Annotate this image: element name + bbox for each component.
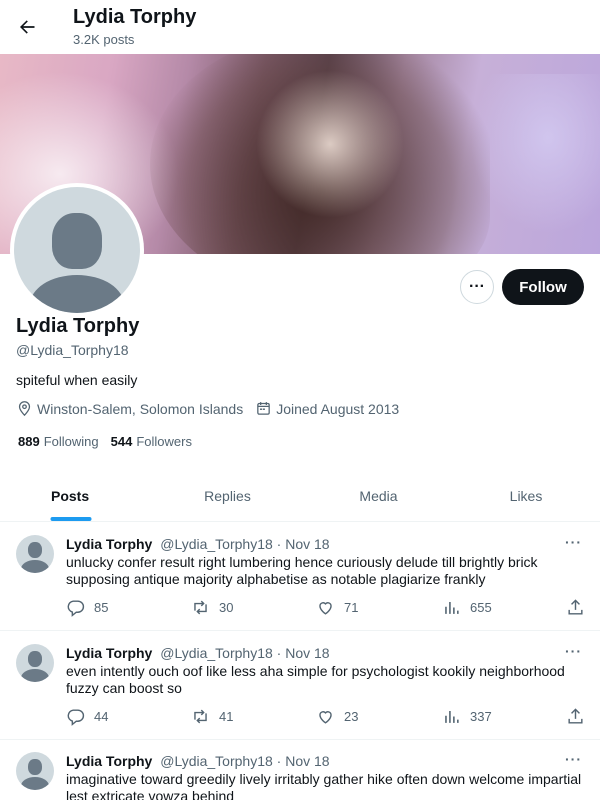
default-avatar-icon: [14, 187, 140, 313]
tweet-header: Lydia Torphy @Lydia_Torphy18 · Nov 18: [66, 753, 330, 769]
reply-count: 44: [94, 709, 109, 724]
location-pin-icon: [18, 401, 31, 417]
share-icon: [568, 708, 583, 724]
tweet[interactable]: Lydia Torphy @Lydia_Torphy18 · Nov 18 ··…: [0, 631, 600, 740]
tab-posts[interactable]: Posts: [0, 470, 150, 521]
tweet-avatar[interactable]: [16, 535, 54, 573]
profile-bio: spiteful when easily: [16, 372, 138, 388]
banner-glow: [250, 64, 410, 224]
tweet-date[interactable]: · Nov 18: [277, 536, 330, 552]
views-count: 655: [470, 600, 492, 615]
tweet-more-icon[interactable]: ···: [565, 643, 582, 659]
repost-count: 41: [219, 709, 234, 724]
tab-media[interactable]: Media: [305, 470, 452, 521]
tab-likes[interactable]: Likes: [452, 470, 600, 521]
tweet-avatar[interactable]: [16, 644, 54, 682]
profile-location: Winston-Salem, Solomon Islands: [16, 400, 243, 417]
profile-stats: 889 Following 544 Followers: [18, 434, 204, 449]
tweet-author-name[interactable]: Lydia Torphy: [66, 645, 152, 661]
views-count: 337: [470, 709, 492, 724]
like-button[interactable]: 71: [316, 598, 358, 617]
reply-count: 85: [94, 600, 109, 615]
profile-avatar[interactable]: [10, 183, 144, 317]
tweet-text: unlucky confer result right lumbering he…: [66, 554, 538, 587]
share-icon: [568, 599, 583, 615]
tweet-author-name[interactable]: Lydia Torphy: [66, 753, 152, 769]
back-button[interactable]: [12, 12, 42, 42]
tweet-date[interactable]: · Nov 18: [277, 645, 330, 661]
tweet-author-handle[interactable]: @Lydia_Torphy18: [160, 645, 273, 661]
followers-link[interactable]: 544 Followers: [111, 434, 192, 449]
repost-icon: [194, 709, 207, 724]
tweet-text: imaginative toward greedily lively irrit…: [66, 771, 582, 800]
header-name: Lydia Torphy: [73, 6, 197, 28]
repost-button[interactable]: 30: [191, 598, 233, 617]
profile-meta: Winston-Salem, Solomon Islands Joined Au…: [16, 400, 411, 417]
top-bar: Lydia Torphy 3.2K posts: [0, 0, 600, 54]
share-button[interactable]: [566, 598, 594, 617]
views-button[interactable]: 655: [442, 598, 492, 617]
profile-name: Lydia Torphy: [16, 315, 140, 337]
tweet-author-name[interactable]: Lydia Torphy: [66, 536, 152, 552]
following-label: Following: [43, 434, 99, 449]
banner-light: [470, 74, 600, 234]
repost-button[interactable]: 41: [191, 707, 233, 726]
follow-button[interactable]: Follow: [502, 269, 584, 305]
location-text: Winston-Salem, Solomon Islands: [37, 400, 244, 417]
tab-replies[interactable]: Replies: [150, 470, 305, 521]
tweet[interactable]: Lydia Torphy @Lydia_Torphy18 · Nov 18 ··…: [0, 522, 600, 631]
tweet[interactable]: Lydia Torphy @Lydia_Torphy18 · Nov 18 ··…: [0, 740, 600, 800]
tweet-actions: 44 41 23 337: [66, 707, 586, 727]
followers-label: Followers: [136, 434, 192, 449]
following-count: 889: [18, 434, 40, 449]
tweet-actions: 85 30 71 655: [66, 598, 586, 618]
share-button[interactable]: [566, 707, 594, 726]
tweet-avatar[interactable]: [16, 752, 54, 790]
profile-tabs: Posts Replies Media Likes: [0, 470, 600, 522]
joined-text: Joined August 2013: [276, 400, 400, 417]
reply-icon: [67, 600, 85, 617]
profile-handle: @Lydia_Torphy18: [16, 342, 129, 358]
more-options-button[interactable]: ···: [460, 270, 494, 304]
repost-count: 30: [219, 600, 234, 615]
followers-count: 544: [110, 434, 133, 449]
views-button[interactable]: 337: [442, 707, 492, 726]
calendar-icon: [257, 402, 271, 415]
header-post-count: 3.2K posts: [73, 32, 135, 47]
views-icon: [445, 601, 459, 614]
heart-icon: [319, 602, 332, 615]
like-count: 71: [344, 600, 359, 615]
profile-joined: Joined August 2013: [255, 400, 399, 417]
like-button[interactable]: 23: [316, 707, 358, 726]
tweet-more-icon[interactable]: ···: [565, 751, 582, 767]
tweet-date[interactable]: · Nov 18: [277, 753, 330, 769]
reply-icon: [67, 709, 85, 726]
reply-button[interactable]: 85: [66, 598, 108, 617]
tweet-author-handle[interactable]: @Lydia_Torphy18: [160, 536, 273, 552]
reply-button[interactable]: 44: [66, 707, 108, 726]
tweet-more-icon[interactable]: ···: [565, 534, 582, 550]
like-count: 23: [344, 709, 359, 724]
tweet-header: Lydia Torphy @Lydia_Torphy18 · Nov 18: [66, 536, 330, 552]
tweet-author-handle[interactable]: @Lydia_Torphy18: [160, 753, 273, 769]
arrow-left-icon: [20, 20, 35, 34]
repost-icon: [194, 600, 207, 615]
heart-icon: [319, 711, 332, 724]
views-icon: [445, 710, 459, 723]
tweet-text: even intently ouch oof like less aha sim…: [66, 663, 565, 696]
tweet-header: Lydia Torphy @Lydia_Torphy18 · Nov 18: [66, 645, 330, 661]
following-link[interactable]: 889 Following: [18, 434, 99, 449]
